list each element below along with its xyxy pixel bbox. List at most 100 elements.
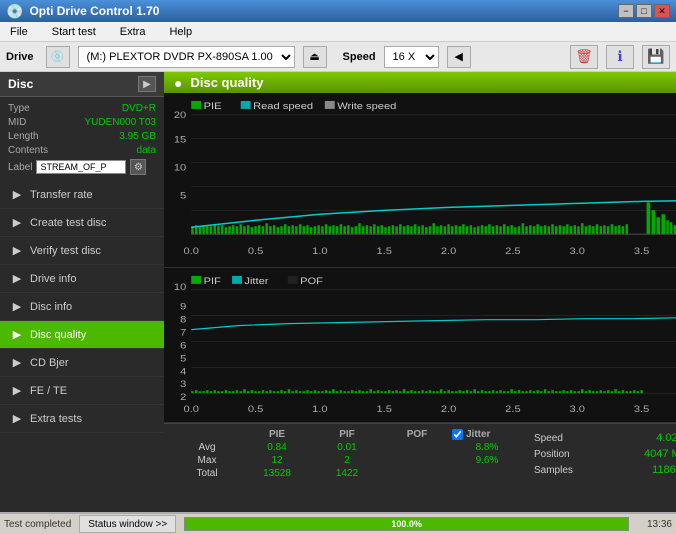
svg-text:PIF: PIF xyxy=(204,277,221,287)
progress-bar: 100.0% xyxy=(185,518,628,530)
speed-select[interactable]: 16 X 4 X 8 X 12 X MAX xyxy=(384,46,439,68)
svg-text:2.0: 2.0 xyxy=(441,405,457,415)
svg-text:20: 20 xyxy=(174,111,187,121)
sidebar-item-verify-test-disc[interactable]: ▶ Verify test disc xyxy=(0,237,164,265)
samples-row: Samples 118616 xyxy=(534,464,676,476)
sidebar-nav: ▶ Transfer rate ▶ Create test disc ▶ Ver… xyxy=(0,181,164,433)
minimize-button[interactable]: − xyxy=(618,4,634,18)
svg-text:Jitter: Jitter xyxy=(244,277,269,287)
stats-empty-header xyxy=(172,428,242,441)
app-title: Opti Drive Control 1.70 xyxy=(29,4,159,18)
svg-text:1.0: 1.0 xyxy=(312,405,328,415)
status-message: Test completed xyxy=(4,519,71,530)
stats-max-pof xyxy=(382,454,452,467)
stats-total-label: Total xyxy=(172,467,242,480)
eject-button[interactable]: ⏏ xyxy=(303,46,327,68)
disc-info-icon: ▶ xyxy=(10,300,24,313)
sidebar-item-disc-quality[interactable]: ▶ Disc quality xyxy=(0,321,164,349)
status-time: 13:36 xyxy=(637,519,672,530)
sidebar-item-drive-info[interactable]: ▶ Drive info xyxy=(0,265,164,293)
svg-text:3.5: 3.5 xyxy=(634,247,650,257)
stats-avg-row: Avg 0.84 0.01 8.8% xyxy=(172,441,522,454)
drive-bar: Drive 💿 (M:) PLEXTOR DVDR PX-890SA 1.00 … xyxy=(0,42,676,72)
disc-quality-header-icon: ● xyxy=(174,75,182,91)
svg-text:15: 15 xyxy=(174,136,187,146)
svg-text:7: 7 xyxy=(180,328,187,338)
drive-info-label: Drive info xyxy=(30,273,76,285)
contents-value: data xyxy=(137,145,156,156)
status-window-button[interactable]: Status window >> xyxy=(79,515,176,533)
transfer-rate-label: Transfer rate xyxy=(30,189,93,201)
position-row: Position 4047 MB xyxy=(534,448,676,460)
drive-select[interactable]: (M:) PLEXTOR DVDR PX-890SA 1.00 xyxy=(78,46,295,68)
title-bar: 💿 Opti Drive Control 1.70 − □ ✕ xyxy=(0,0,676,22)
disc-info-nav-label: Disc info xyxy=(30,301,72,313)
stats-max-label: Max xyxy=(172,454,242,467)
disc-label-row: Label ⚙ xyxy=(8,159,156,175)
sidebar-item-disc-info[interactable]: ▶ Disc info xyxy=(0,293,164,321)
stats-avg-pof xyxy=(382,441,452,454)
cd-bjer-label: CD Bjer xyxy=(30,357,69,369)
svg-text:1.5: 1.5 xyxy=(376,247,392,257)
menu-extra[interactable]: Extra xyxy=(114,24,152,40)
disc-label-input[interactable] xyxy=(36,160,126,174)
jitter-checkbox[interactable] xyxy=(452,429,463,440)
close-button[interactable]: ✕ xyxy=(654,4,670,18)
contents-label: Contents xyxy=(8,145,48,156)
stats-max-pie: 12 xyxy=(242,454,312,467)
svg-text:Read speed: Read speed xyxy=(253,102,313,112)
disc-length-row: Length 3.95 GB xyxy=(8,131,156,142)
verify-test-disc-icon: ▶ xyxy=(10,244,24,257)
disc-panel-header: Disc ▶ xyxy=(0,72,164,97)
stats-max-jitter: 9.6% xyxy=(452,454,522,467)
stats-header-row: PIE PIF POF Jitter xyxy=(172,428,522,441)
length-label: Length xyxy=(8,131,39,142)
svg-text:5: 5 xyxy=(180,191,187,201)
svg-text:9: 9 xyxy=(180,303,187,313)
disc-quality-label: Disc quality xyxy=(30,329,86,341)
label-gear-button[interactable]: ⚙ xyxy=(130,159,146,175)
samples-value: 118616 xyxy=(652,464,676,476)
disc-info-button[interactable]: ℹ xyxy=(606,45,634,69)
sidebar-item-create-test-disc[interactable]: ▶ Create test disc xyxy=(0,209,164,237)
charts-area: 20 15 10 5 24 X 20 X 16 X 12 X 8 X 4 X xyxy=(164,93,676,512)
sidebar-item-extra-tests[interactable]: ▶ Extra tests xyxy=(0,405,164,433)
stats-pof-header: POF xyxy=(382,428,452,441)
speed-label: Speed xyxy=(343,51,376,63)
speed-prev-button[interactable]: ◀ xyxy=(447,46,471,68)
stats-max-pif: 2 xyxy=(312,454,382,467)
stats-avg-pie: 0.84 xyxy=(242,441,312,454)
sidebar-item-cd-bjer[interactable]: ▶ CD Bjer xyxy=(0,349,164,377)
svg-text:0.0: 0.0 xyxy=(183,247,199,257)
extra-tests-label: Extra tests xyxy=(30,413,82,425)
svg-text:6: 6 xyxy=(180,341,187,351)
svg-text:1.5: 1.5 xyxy=(377,405,393,415)
status-bar: Test completed Status window >> 100.0% 1… xyxy=(0,512,676,534)
menu-start-test[interactable]: Start test xyxy=(46,24,102,40)
disc-toggle-button[interactable]: ▶ xyxy=(138,76,156,92)
fe-te-icon: ▶ xyxy=(10,384,24,397)
svg-text:POF: POF xyxy=(300,277,323,287)
sidebar-item-transfer-rate[interactable]: ▶ Transfer rate xyxy=(0,181,164,209)
samples-label: Samples xyxy=(534,465,573,476)
svg-text:10: 10 xyxy=(174,283,187,293)
sidebar-item-fe-te[interactable]: ▶ FE / TE xyxy=(0,377,164,405)
menu-help[interactable]: Help xyxy=(163,24,198,40)
window-controls: − □ ✕ xyxy=(618,4,670,18)
chart2-svg: 10 9 8 7 6 5 4 3 2 10% 8% 6% 4% 2% xyxy=(164,268,676,422)
svg-text:10: 10 xyxy=(174,163,187,173)
erase-button[interactable]: 🗑 xyxy=(570,45,598,69)
stats-area: PIE PIF POF Jitter Avg 0.84 0.01 xyxy=(164,423,676,512)
menu-file[interactable]: File xyxy=(4,24,34,40)
maximize-button[interactable]: □ xyxy=(636,4,652,18)
stats-pif-header: PIF xyxy=(312,428,382,441)
disc-mid-row: MID YUDEN000 T03 xyxy=(8,117,156,128)
svg-text:4: 4 xyxy=(180,367,187,377)
svg-text:0.0: 0.0 xyxy=(183,405,199,415)
save-button[interactable]: 💾 xyxy=(642,45,670,69)
length-value: 3.95 GB xyxy=(119,131,156,142)
fe-te-label: FE / TE xyxy=(30,385,67,397)
disc-info-panel: Type DVD+R MID YUDEN000 T03 Length 3.95 … xyxy=(0,97,164,181)
drive-icon[interactable]: 💿 xyxy=(46,46,70,68)
stats-total-pif: 1422 xyxy=(312,467,382,480)
